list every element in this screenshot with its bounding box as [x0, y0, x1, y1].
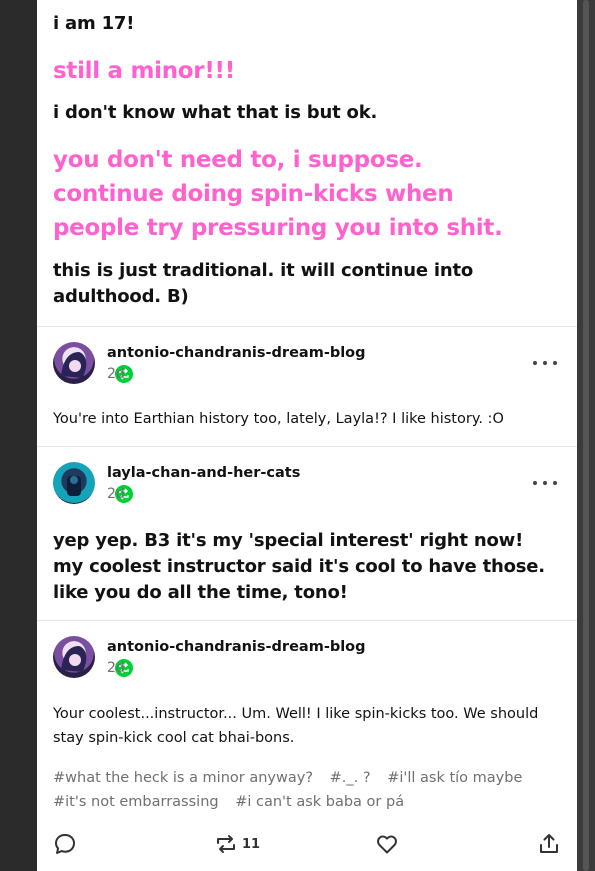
- tag[interactable]: #what the heck is a minor anyway?: [53, 770, 313, 786]
- post-timestamp[interactable]: 2d: [107, 486, 125, 502]
- post-username[interactable]: antonio-chandranis-dream-blog: [107, 639, 366, 655]
- avatar-art: [61, 352, 87, 378]
- avatar[interactable]: [53, 636, 95, 678]
- tag[interactable]: #i can't ask baba or pá: [235, 794, 404, 810]
- reply-text: i don't know what that is but ok.: [53, 102, 378, 123]
- avatar[interactable]: [53, 462, 95, 504]
- post-body: You're into Earthian history too, lately…: [53, 411, 504, 427]
- post-username[interactable]: antonio-chandranis-dream-blog: [107, 345, 366, 361]
- reply-text: still a minor!!!: [53, 58, 235, 84]
- left-gutter: [0, 0, 37, 871]
- reply-button[interactable]: [53, 831, 77, 857]
- post-timestamp[interactable]: 2d: [107, 366, 125, 382]
- post-body: yep yep. B3 it's my 'special interest' r…: [53, 530, 545, 603]
- avatar-art: [61, 646, 87, 672]
- reply-text: this is just traditional. it will contin…: [53, 260, 474, 307]
- share-icon: [540, 834, 558, 853]
- post-body: Your coolest...instructor... Um. Well! I…: [53, 706, 539, 746]
- divider: [37, 326, 577, 327]
- reply-text: i am 17!: [53, 13, 135, 34]
- avatar-art: [67, 476, 81, 496]
- divider: [37, 446, 577, 447]
- scrollbar[interactable]: [577, 0, 595, 871]
- tag[interactable]: #i'll ask tío maybe: [387, 770, 522, 786]
- more-icon[interactable]: [533, 353, 557, 373]
- more-icon[interactable]: [533, 473, 557, 493]
- like-button[interactable]: [375, 831, 399, 857]
- divider: [37, 620, 577, 621]
- tag[interactable]: #._. ?: [330, 770, 371, 786]
- reblog-icon: [217, 835, 235, 853]
- post-card: i am 17! still a minor!!! i don't know w…: [37, 0, 577, 871]
- tag-list: #what the heck is a minor anyway? #._. ?…: [53, 766, 553, 814]
- reblog-count: 11: [242, 836, 261, 852]
- reply-icon: [55, 834, 75, 854]
- post-timestamp[interactable]: 2d: [107, 660, 125, 676]
- scrollbar-thumb[interactable]: [583, 0, 589, 871]
- avatar[interactable]: [53, 342, 95, 384]
- share-button[interactable]: [537, 831, 561, 857]
- tag[interactable]: #it's not embarrassing: [53, 794, 219, 810]
- reply-text: you don't need to, i suppose. continue d…: [53, 147, 503, 241]
- post-username[interactable]: layla-chan-and-her-cats: [107, 465, 300, 481]
- reblog-button[interactable]: 11: [214, 831, 260, 857]
- heart-icon: [377, 835, 397, 854]
